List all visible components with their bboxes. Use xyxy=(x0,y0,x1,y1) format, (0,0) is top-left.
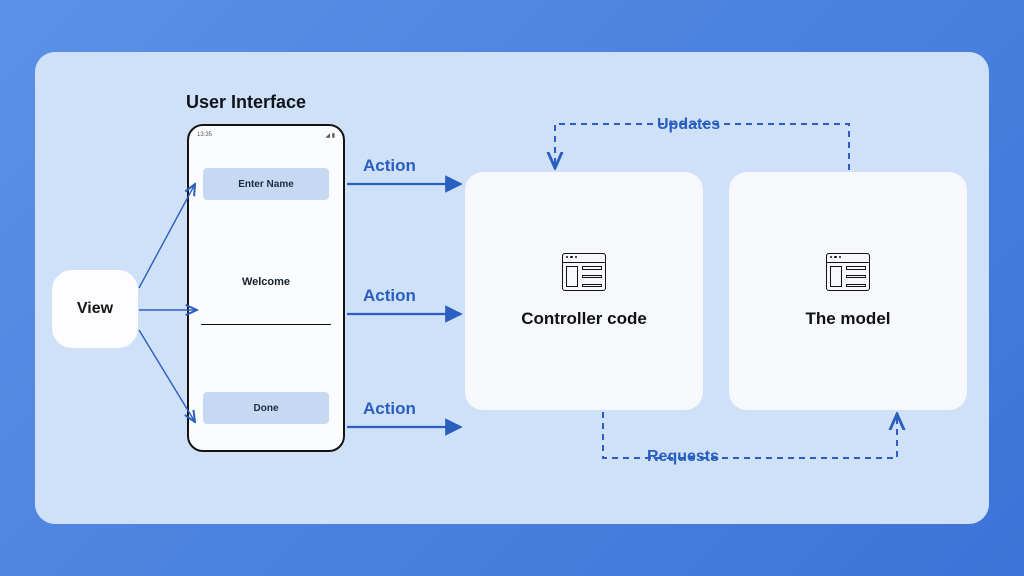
updates-label: Updates xyxy=(657,116,720,134)
phone-divider xyxy=(201,324,331,325)
phone-time: 13:35 xyxy=(197,132,212,142)
phone-mockup: 13:35 ◢ ▮ Enter Name Welcome Done xyxy=(187,124,345,452)
controller-label: Controller code xyxy=(521,309,647,329)
window-icon xyxy=(562,253,606,291)
action-label-3: Action xyxy=(363,399,416,419)
phone-enter-name-label: Enter Name xyxy=(238,179,294,190)
phone-status-bar: 13:35 ◢ ▮ xyxy=(197,132,335,142)
model-card: The model xyxy=(729,172,967,410)
controller-card: Controller code xyxy=(465,172,703,410)
model-label: The model xyxy=(805,309,890,329)
window-icon xyxy=(826,253,870,291)
phone-done-button: Done xyxy=(203,392,329,424)
phone-title: User Interface xyxy=(186,92,306,113)
diagram-panel: View User Interface 13:35 ◢ ▮ Enter Name… xyxy=(35,52,989,524)
phone-done-label: Done xyxy=(254,403,279,414)
view-node: View xyxy=(52,270,138,348)
action-label-2: Action xyxy=(363,286,416,306)
view-label: View xyxy=(77,300,113,318)
requests-label: Requests xyxy=(647,448,719,466)
action-label-1: Action xyxy=(363,156,416,176)
phone-status-icons: ◢ ▮ xyxy=(325,132,335,142)
phone-welcome-text: Welcome xyxy=(189,276,343,288)
phone-enter-name-field: Enter Name xyxy=(203,168,329,200)
